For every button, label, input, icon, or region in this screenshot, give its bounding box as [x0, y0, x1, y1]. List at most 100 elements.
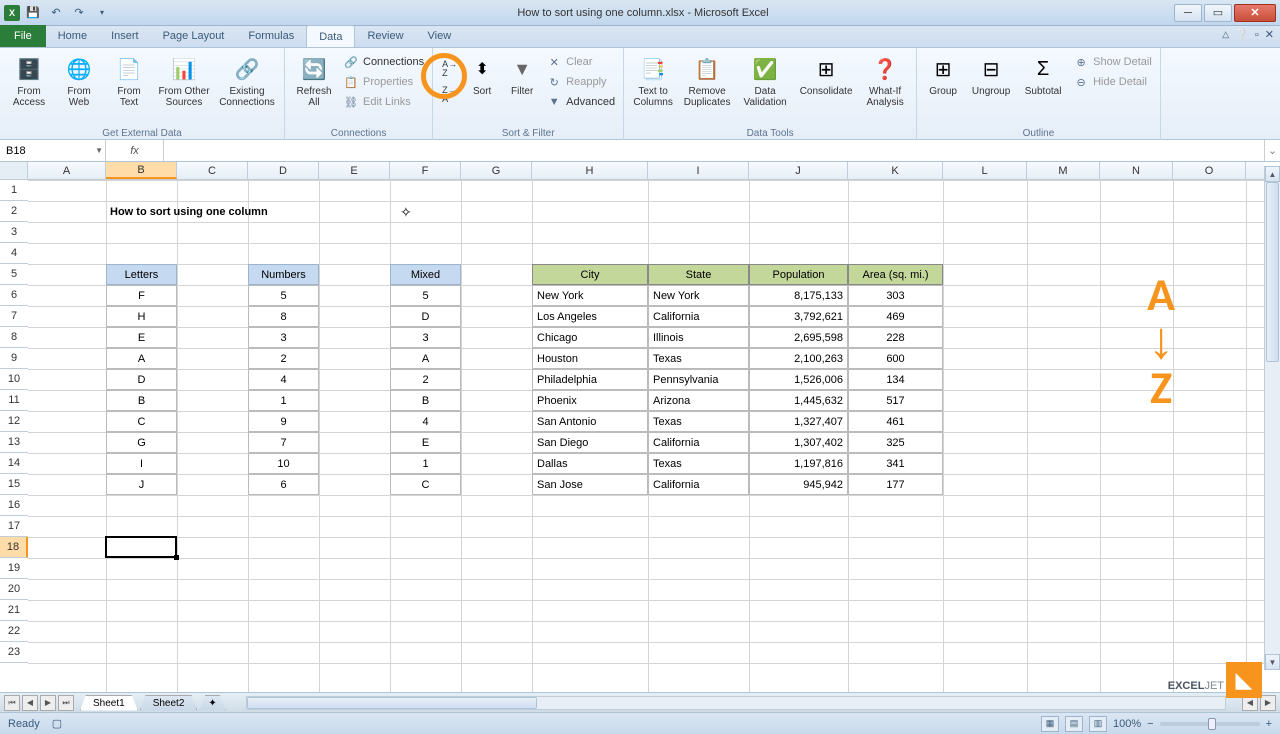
row-header-1[interactable]: 1 — [0, 180, 28, 201]
cell[interactable]: 3 — [248, 327, 319, 348]
zoom-slider[interactable] — [1160, 722, 1260, 726]
properties-button[interactable]: 📋Properties — [341, 73, 426, 91]
row-header-2[interactable]: 2 — [0, 201, 28, 222]
cell[interactable]: 5 — [248, 285, 319, 306]
row-header-5[interactable]: 5 — [0, 264, 28, 285]
cell[interactable]: Dallas — [532, 453, 648, 474]
horizontal-scrollbar[interactable] — [246, 696, 1226, 710]
row-header-22[interactable]: 22 — [0, 621, 28, 642]
row-header-17[interactable]: 17 — [0, 516, 28, 537]
tab-insert[interactable]: Insert — [99, 25, 151, 47]
tab-home[interactable]: Home — [46, 25, 99, 47]
select-all-corner[interactable] — [0, 162, 28, 180]
cell[interactable]: 7 — [248, 432, 319, 453]
tab-file[interactable]: File — [0, 25, 46, 47]
cell[interactable]: 1 — [248, 390, 319, 411]
cell[interactable]: State — [648, 264, 749, 285]
refresh-all-button[interactable]: 🔄Refresh All — [291, 51, 337, 108]
cell[interactable]: San Antonio — [532, 411, 648, 432]
name-box[interactable]: B18 ▼ — [0, 140, 106, 161]
cell[interactable]: 517 — [848, 390, 943, 411]
cell[interactable]: Population — [749, 264, 848, 285]
row-header-9[interactable]: 9 — [0, 348, 28, 369]
column-header-E[interactable]: E — [319, 162, 390, 179]
from-access-button[interactable]: 🗄️From Access — [6, 51, 52, 108]
cell[interactable]: 1,526,006 — [749, 369, 848, 390]
zoom-out-button[interactable]: − — [1147, 718, 1153, 730]
cell[interactable]: 8,175,133 — [749, 285, 848, 306]
cell[interactable]: City — [532, 264, 648, 285]
cell[interactable]: E — [390, 432, 461, 453]
column-header-N[interactable]: N — [1100, 162, 1173, 179]
tab-view[interactable]: View — [416, 25, 464, 47]
cell[interactable]: Letters — [106, 264, 177, 285]
cell[interactable]: 303 — [848, 285, 943, 306]
zoom-label[interactable]: 100% — [1113, 718, 1141, 730]
from-other-sources-button[interactable]: 📊From Other Sources — [156, 51, 212, 108]
cell[interactable]: 1,307,402 — [749, 432, 848, 453]
row-header-7[interactable]: 7 — [0, 306, 28, 327]
cell[interactable]: 4 — [390, 411, 461, 432]
page-break-view-button[interactable]: ▥ — [1089, 716, 1107, 732]
hide-detail-button[interactable]: ⊖Hide Detail — [1071, 73, 1154, 91]
cell[interactable]: A — [390, 348, 461, 369]
cells-area[interactable]: How to sort using one column✧LettersFHEA… — [28, 180, 1264, 692]
row-header-6[interactable]: 6 — [0, 285, 28, 306]
close-button[interactable]: ✕ — [1234, 4, 1276, 22]
cell[interactable]: 325 — [848, 432, 943, 453]
row-header-3[interactable]: 3 — [0, 222, 28, 243]
what-if-button[interactable]: ❓What-If Analysis — [860, 51, 910, 108]
column-header-D[interactable]: D — [248, 162, 319, 179]
sort-az-button[interactable]: A→Z — [439, 57, 460, 81]
cell[interactable]: J — [106, 474, 177, 495]
cell[interactable]: New York — [532, 285, 648, 306]
cell[interactable]: 5 — [390, 285, 461, 306]
hscroll-thumb[interactable] — [247, 697, 537, 709]
column-header-L[interactable]: L — [943, 162, 1027, 179]
cell[interactable]: H — [106, 306, 177, 327]
cell[interactable]: Texas — [648, 411, 749, 432]
minimize-ribbon-icon[interactable]: △ — [1222, 29, 1229, 40]
cell[interactable]: 6 — [248, 474, 319, 495]
column-header-B[interactable]: B — [106, 162, 177, 179]
cell[interactable]: San Diego — [532, 432, 648, 453]
cell[interactable]: E — [106, 327, 177, 348]
cell[interactable]: B — [390, 390, 461, 411]
cell[interactable]: How to sort using one column — [106, 201, 406, 222]
cell[interactable]: Mixed — [390, 264, 461, 285]
cell[interactable]: 3 — [390, 327, 461, 348]
prev-sheet-button[interactable]: ◀ — [22, 695, 38, 711]
column-header-K[interactable]: K — [848, 162, 943, 179]
row-headers[interactable]: 1234567891011121314151617181920212223 — [0, 180, 28, 663]
cell[interactable]: California — [648, 432, 749, 453]
subtotal-button[interactable]: ΣSubtotal — [1019, 51, 1067, 97]
cell[interactable]: San Jose — [532, 474, 648, 495]
cell[interactable]: Illinois — [648, 327, 749, 348]
edit-links-button[interactable]: ⛓Edit Links — [341, 93, 426, 111]
cell[interactable]: 228 — [848, 327, 943, 348]
cell[interactable]: 1,445,632 — [749, 390, 848, 411]
cell[interactable]: D — [106, 369, 177, 390]
cell[interactable]: G — [106, 432, 177, 453]
next-sheet-button[interactable]: ▶ — [40, 695, 56, 711]
column-header-J[interactable]: J — [749, 162, 848, 179]
reapply-button[interactable]: ↻Reapply — [544, 73, 617, 91]
excel-icon[interactable]: X — [4, 5, 20, 21]
cell[interactable]: Area (sq. mi.) — [848, 264, 943, 285]
cell[interactable]: Chicago — [532, 327, 648, 348]
tab-data[interactable]: Data — [306, 25, 355, 47]
cell[interactable]: California — [648, 306, 749, 327]
sort-za-button[interactable]: Z→A — [439, 83, 460, 107]
minimize-button[interactable]: ─ — [1174, 4, 1202, 22]
vertical-scrollbar[interactable]: ▲ ▼ — [1264, 166, 1280, 670]
row-header-14[interactable]: 14 — [0, 453, 28, 474]
cell[interactable]: Numbers — [248, 264, 319, 285]
cell[interactable]: C — [390, 474, 461, 495]
cell[interactable]: 2 — [390, 369, 461, 390]
macro-record-icon[interactable]: ▢ — [52, 717, 62, 730]
cell[interactable]: 2,100,263 — [749, 348, 848, 369]
column-header-I[interactable]: I — [648, 162, 749, 179]
cell[interactable]: 945,942 — [749, 474, 848, 495]
cell[interactable]: Texas — [648, 348, 749, 369]
selected-cell[interactable] — [105, 536, 177, 558]
